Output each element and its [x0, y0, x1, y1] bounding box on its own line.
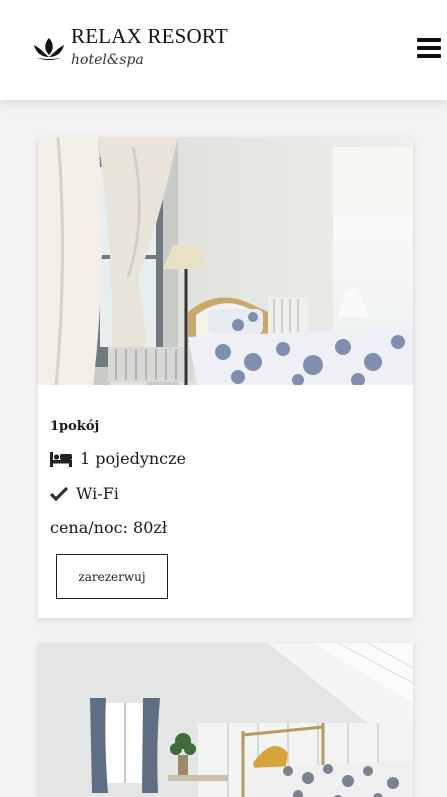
room-wifi-label: Wi-Fi — [76, 484, 119, 503]
room-beds-label: 1 pojedyncze — [80, 449, 187, 468]
brand-name: RELAX RESORT — [71, 24, 228, 48]
room-price: cena/noc: 80zł — [50, 518, 168, 537]
room-wifi: Wi-Fi — [50, 484, 119, 503]
lotus-icon — [34, 38, 64, 60]
room-beds: 1 pojedyncze — [50, 449, 186, 468]
room-photo — [38, 643, 413, 797]
room-card: 1pokój 1 pojedyncze Wi-Fi cena/noc: 80zł… — [38, 137, 413, 618]
site-header: RELAX RESORT hotel&spa — [0, 0, 447, 100]
bed-icon — [50, 451, 72, 467]
reserve-button[interactable]: zarezerwuj — [56, 554, 168, 599]
brand-tagline: hotel&spa — [71, 52, 144, 68]
room-photo — [38, 137, 413, 387]
check-icon — [50, 486, 68, 501]
room-card — [38, 643, 413, 797]
hamburger-menu-icon[interactable] — [417, 38, 441, 62]
room-title: 1pokój — [50, 419, 100, 434]
